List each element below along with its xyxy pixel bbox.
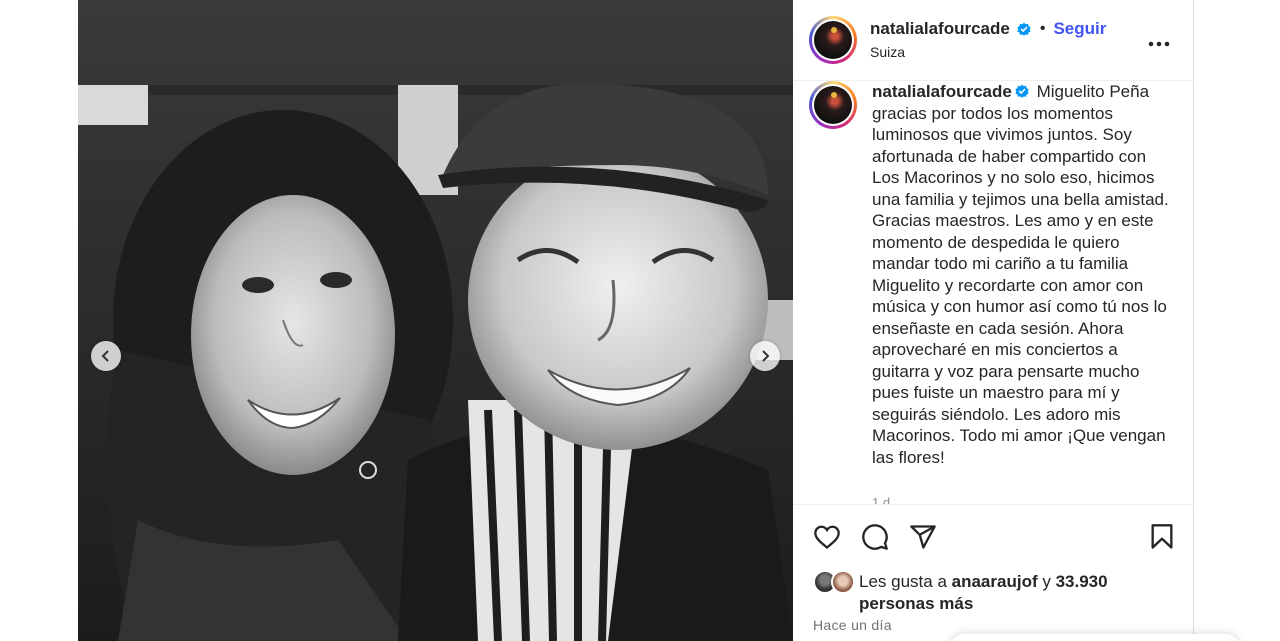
likes-suffix[interactable]: personas más bbox=[859, 594, 973, 613]
caption-section: natalialafourcade Miguelito Peña gracias… bbox=[793, 81, 1194, 504]
carousel-next-button[interactable] bbox=[750, 341, 780, 371]
photo-illustration bbox=[78, 0, 793, 641]
like-button[interactable] bbox=[812, 523, 842, 553]
caption-username[interactable]: natalialafourcade bbox=[872, 82, 1012, 101]
paper-plane-icon bbox=[910, 525, 936, 549]
comment-button[interactable] bbox=[860, 523, 890, 553]
more-options-button[interactable] bbox=[1145, 28, 1173, 52]
header-user-row: natalialafourcade • Seguir bbox=[870, 19, 1106, 39]
more-dots-icon bbox=[1148, 41, 1170, 46]
caption-text: Miguelito Peña gracias por todos los mom… bbox=[872, 82, 1169, 467]
heart-icon bbox=[814, 525, 840, 549]
instagram-post-modal: natalialafourcade • Seguir Suiza natalia… bbox=[0, 0, 1280, 641]
caption-timestamp: 1 d bbox=[872, 495, 891, 504]
verified-badge-icon bbox=[1017, 22, 1031, 36]
save-button[interactable] bbox=[1147, 523, 1177, 553]
likes-conjunction: y bbox=[1042, 572, 1051, 591]
likes-count[interactable]: 33.930 bbox=[1056, 572, 1108, 591]
carousel-prev-button[interactable] bbox=[91, 341, 121, 371]
post-photo bbox=[78, 0, 793, 641]
author-avatar[interactable] bbox=[809, 16, 857, 64]
post-header: natalialafourcade • Seguir Suiza bbox=[793, 0, 1194, 81]
liker-avatars[interactable] bbox=[813, 570, 857, 594]
likes-text: Les gusta a anaaraujof y 33.930 personas… bbox=[859, 571, 1179, 615]
comment-icon bbox=[862, 524, 888, 550]
verified-badge-icon bbox=[1015, 84, 1029, 98]
likes-prefix: Les gusta a bbox=[859, 572, 947, 591]
follow-button[interactable]: Seguir bbox=[1053, 19, 1106, 39]
chevron-right-icon bbox=[762, 350, 770, 362]
liker-username[interactable]: anaaraujof bbox=[952, 572, 1038, 591]
chevron-left-icon bbox=[101, 350, 109, 362]
post-caption: natalialafourcade Miguelito Peña gracias… bbox=[872, 81, 1172, 468]
post-location[interactable]: Suiza bbox=[870, 44, 905, 60]
liker-avatar bbox=[831, 570, 855, 594]
messages-popup-edge[interactable] bbox=[950, 634, 1240, 641]
caption-author-avatar[interactable] bbox=[809, 81, 857, 129]
share-button[interactable] bbox=[908, 523, 938, 553]
bookmark-icon bbox=[1151, 524, 1173, 549]
avatar-image bbox=[814, 21, 852, 59]
post-sidebar: natalialafourcade • Seguir Suiza natalia… bbox=[793, 0, 1194, 641]
action-bar bbox=[793, 504, 1194, 564]
author-username[interactable]: natalialafourcade bbox=[870, 19, 1010, 39]
separator-dot: • bbox=[1039, 20, 1046, 37]
post-timestamp[interactable]: Hace un día bbox=[813, 617, 892, 633]
avatar-image bbox=[814, 86, 852, 124]
